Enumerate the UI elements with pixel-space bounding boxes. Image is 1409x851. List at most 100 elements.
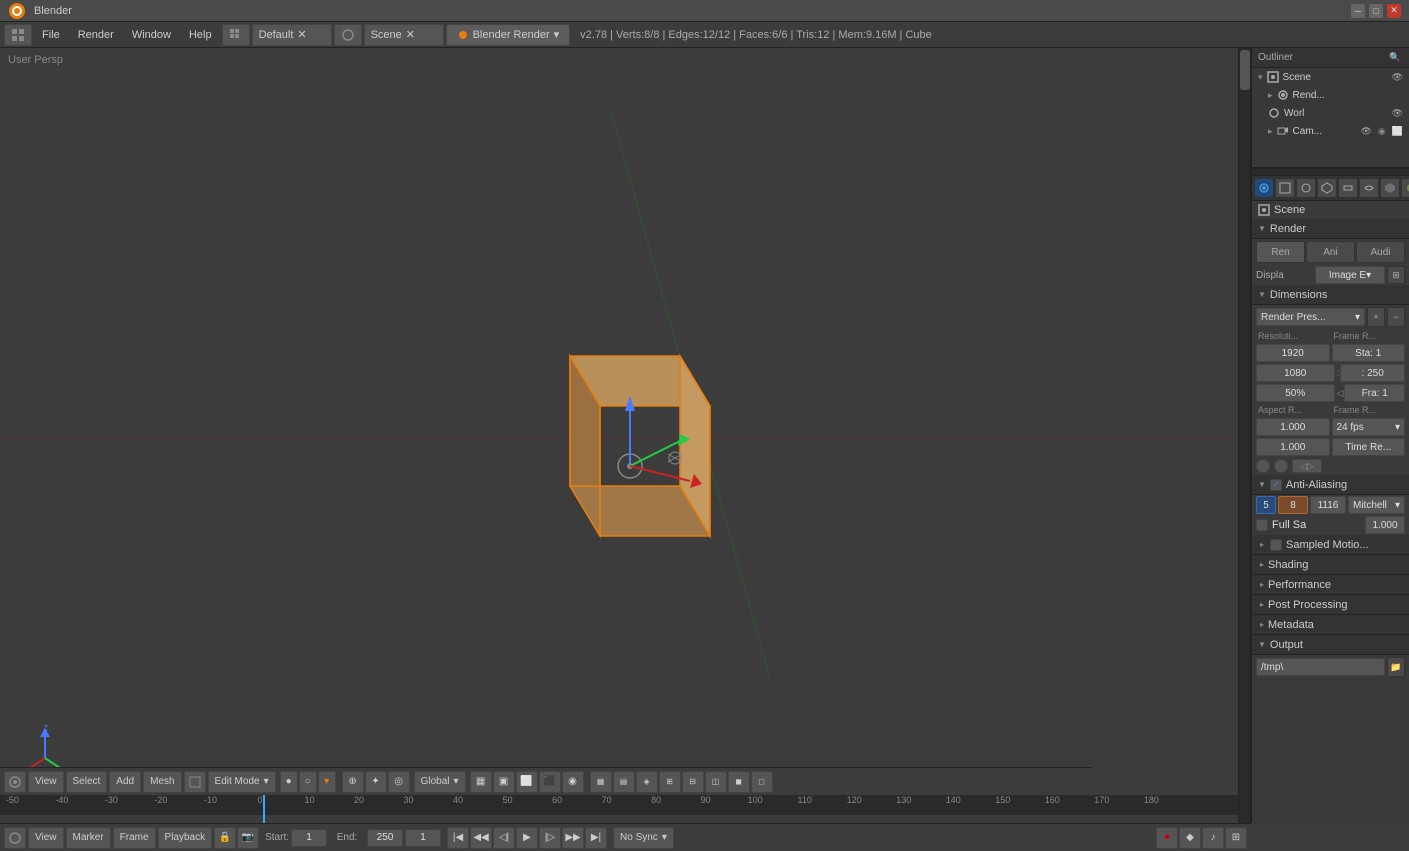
viewport-scrollbar-v[interactable] (1238, 48, 1250, 823)
frame-end-field[interactable]: : 250 (1340, 364, 1405, 382)
menu-window[interactable]: Window (124, 27, 179, 43)
time-arrows[interactable]: ◁▷ (1292, 459, 1322, 473)
view-mode-icon[interactable] (4, 24, 32, 46)
key-btn[interactable]: ◆ (1179, 827, 1201, 849)
camera-lock-btn[interactable]: 📷 (237, 827, 259, 849)
shading-btn-3[interactable]: ▾ (318, 771, 336, 793)
layer8[interactable]: ◻ (751, 771, 773, 793)
menu-render[interactable]: Render (70, 27, 122, 43)
layer3[interactable]: ◈ (636, 771, 658, 793)
viewport-3d[interactable]: User Persp X Y Z (1) Cube View Select A (0, 48, 1251, 823)
goto-end-btn[interactable]: ▶| (585, 827, 607, 849)
current-frame-field[interactable]: 1 (405, 829, 441, 847)
proportional-btn[interactable]: ◎ (388, 771, 410, 793)
outliner-item-world[interactable]: Worl 👁 (1252, 104, 1409, 122)
shading-btn-2[interactable]: ○ (299, 771, 317, 793)
aa-filter[interactable]: Mitchell ▾ (1348, 496, 1405, 514)
outliner-item-render[interactable]: ▸ Rend... (1252, 86, 1409, 104)
prev-frame-btn[interactable]: ◀◀ (470, 827, 492, 849)
edit-mode-icon[interactable] (184, 771, 206, 793)
layer7[interactable]: ◼ (728, 771, 750, 793)
scene-mode-icon[interactable] (334, 24, 362, 46)
view-menu[interactable]: View (28, 771, 64, 793)
close-button[interactable]: ✕ (1387, 4, 1401, 18)
aa-section-header[interactable]: ▼ ✓ Anti-Aliasing (1252, 475, 1409, 495)
sync-dropdown[interactable]: No Sync ▾ (613, 827, 674, 849)
minimize-button[interactable]: ─ (1351, 4, 1365, 18)
aa-checkbox[interactable]: ✓ (1270, 479, 1282, 491)
scene-dropdown[interactable]: Scene ✕ (364, 24, 444, 46)
timeline-view-icon[interactable] (4, 827, 26, 849)
render-prop-icon[interactable] (1254, 178, 1274, 198)
post-processing-section[interactable]: ▸ Post Processing (1252, 595, 1409, 615)
camera-extra[interactable]: ⬜ (1392, 126, 1403, 137)
layer2[interactable]: ▤ (613, 771, 635, 793)
render-tab-render[interactable]: Ren (1256, 241, 1305, 263)
fps-field[interactable]: 24 fps ▾ (1332, 418, 1406, 436)
timeline-view-menu[interactable]: View (28, 827, 64, 849)
aa-val1116[interactable]: 1116 (1310, 496, 1346, 514)
outliner-item-scene[interactable]: ▾ Scene 👁 (1252, 68, 1409, 86)
layer4[interactable]: ⊞ (659, 771, 681, 793)
render-tab-audio[interactable]: Audi (1356, 241, 1405, 263)
aa-val8[interactable]: 8 (1278, 496, 1308, 514)
timeline-playback-menu[interactable]: Playback (158, 827, 213, 849)
dimensions-section-header[interactable]: ▼ Dimensions (1252, 285, 1409, 305)
res-y-field[interactable]: 1080 (1256, 364, 1335, 382)
performance-section[interactable]: ▸ Performance (1252, 575, 1409, 595)
maximize-button[interactable]: □ (1369, 4, 1383, 18)
data-prop-icon[interactable] (1380, 178, 1400, 198)
display-extra[interactable]: ⊞ (1387, 266, 1405, 284)
output-path-field[interactable]: /tmp\ (1256, 658, 1385, 676)
aa-val5[interactable]: 5 (1256, 496, 1276, 514)
menu-file[interactable]: File (34, 27, 68, 43)
world-visibility[interactable]: 👁 (1392, 108, 1403, 119)
outliner-item-camera[interactable]: ▸ Cam... 👁 ◉ ⬜ (1252, 122, 1409, 140)
material-prop-icon[interactable] (1401, 178, 1409, 198)
world-prop-icon[interactable] (1296, 178, 1316, 198)
layer6[interactable]: ◫ (705, 771, 727, 793)
tool4[interactable]: ⬛ (539, 771, 561, 793)
display-field[interactable]: Image E ▾ (1315, 266, 1385, 284)
start-val-field[interactable]: 1 (291, 829, 327, 847)
aa-value-field[interactable]: 1.000 (1365, 516, 1405, 534)
output-section[interactable]: ▼ Output (1252, 635, 1409, 655)
camera-render-vis[interactable]: ◉ (1378, 126, 1386, 137)
scrollbar-thumb-v[interactable] (1240, 50, 1250, 90)
tool3[interactable]: ⬜ (516, 771, 538, 793)
render-preset-field[interactable]: Render Pres... ▾ (1256, 308, 1365, 326)
record-btn[interactable]: ⏺ (1156, 827, 1178, 849)
res-x-field[interactable]: 1920 (1256, 344, 1330, 362)
full-sample-checkbox[interactable] (1256, 519, 1268, 531)
mesh-menu[interactable]: Mesh (143, 771, 181, 793)
time-re-field[interactable]: Time Re... (1332, 438, 1406, 456)
render-engine-dropdown[interactable]: Blender Render ▾ (446, 24, 571, 46)
constraint-prop-icon[interactable] (1338, 178, 1358, 198)
outliner-scroll-area[interactable] (1252, 168, 1409, 176)
snap-btn[interactable]: ✦ (365, 771, 387, 793)
extra-btn[interactable]: ⊞ (1225, 827, 1247, 849)
obj-prop-icon[interactable] (1317, 178, 1337, 198)
play-btn[interactable]: ▶ (516, 827, 538, 849)
scene-visibility[interactable]: 👁 (1392, 72, 1403, 83)
layer5[interactable]: ⊟ (682, 771, 704, 793)
modifier-prop-icon[interactable] (1359, 178, 1379, 198)
timeline-marker-menu[interactable]: Marker (66, 827, 111, 849)
aspect-x-field[interactable]: 1.000 (1256, 418, 1330, 436)
camera-visibility[interactable]: 👁 (1360, 126, 1371, 137)
shading-btn-1[interactable]: ● (280, 771, 298, 793)
circle-btn-1[interactable] (1256, 459, 1270, 473)
timeline-frame-menu[interactable]: Frame (113, 827, 156, 849)
menu-help[interactable]: Help (181, 27, 220, 43)
frame-start-field[interactable]: Sta: 1 (1332, 344, 1406, 362)
res-pct-field[interactable]: 50% (1256, 384, 1335, 402)
mode-dropdown[interactable]: Edit Mode ▾ (208, 771, 276, 793)
preset-add[interactable]: + (1367, 307, 1385, 327)
tool5[interactable]: ◉ (562, 771, 584, 793)
scene-prop-icon[interactable] (1275, 178, 1295, 198)
goto-start-btn[interactable]: |◀ (447, 827, 469, 849)
frame-cur-field[interactable]: Fra: 1 (1344, 384, 1405, 402)
preset-remove[interactable]: − (1387, 307, 1405, 327)
render-section-header[interactable]: ▼ Render (1252, 219, 1409, 239)
render-tab-anim[interactable]: Ani (1306, 241, 1355, 263)
